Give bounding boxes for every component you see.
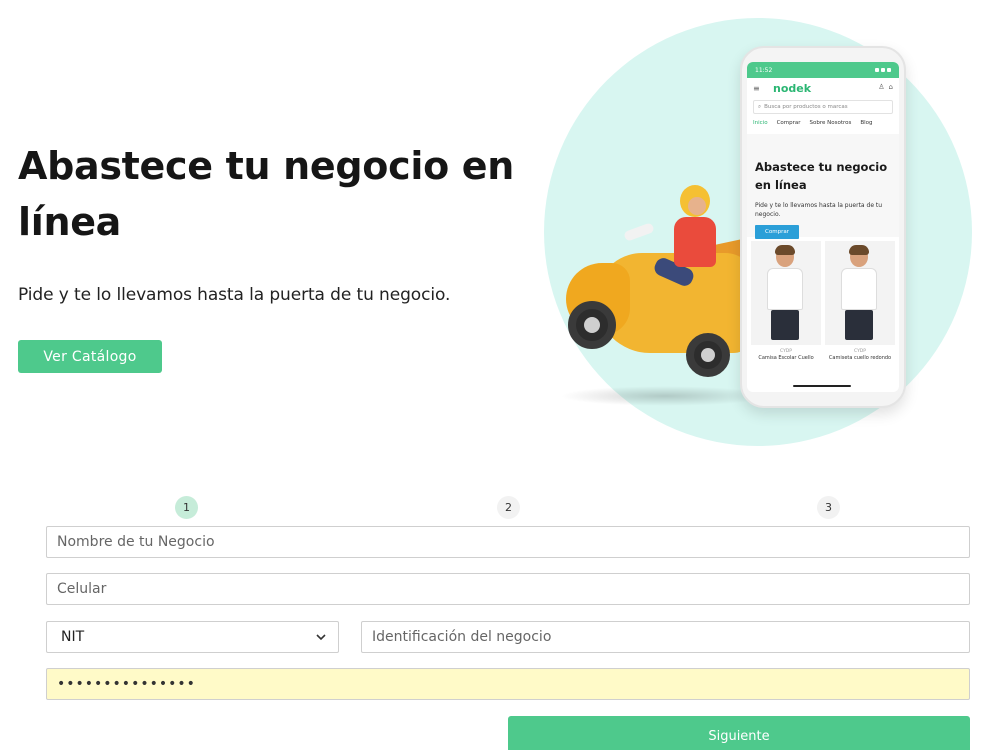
hero-title: Abastece tu negocio en línea <box>18 144 515 244</box>
id-type-select[interactable]: NIT <box>46 621 339 653</box>
mock-nav-item: Blog <box>860 120 873 126</box>
hero-illustration: 11:52 ≡ nodek ♙ ⌂ ⌕ Busca por productos … <box>540 18 980 458</box>
step-indicator-3: 3 <box>817 496 840 519</box>
phone-input[interactable] <box>46 573 970 605</box>
user-icon: ♙ <box>878 83 885 91</box>
product-brand: CYDP <box>854 349 866 354</box>
hamburger-icon: ≡ <box>753 83 760 93</box>
phone-mockup: 11:52 ≡ nodek ♙ ⌂ ⌕ Busca por productos … <box>740 46 906 408</box>
mock-subtitle: Pide y te lo llevamos hasta la puerta de… <box>755 202 883 218</box>
view-catalog-button[interactable]: Ver Catálogo <box>18 340 162 373</box>
product-name: Camiseta cuello redondo <box>828 355 892 361</box>
chevron-down-icon <box>314 630 328 644</box>
business-id-input[interactable] <box>361 621 970 653</box>
mock-title: Abastece tu negocio en línea <box>755 160 888 192</box>
product-name: Camisa Escolar Cuello <box>758 355 814 361</box>
mock-search-bar: ⌕ Busca por productos o marcas <box>753 100 893 114</box>
mock-nav-item: Sobre Nosotros <box>809 120 852 126</box>
mock-product-card: CYDP Camiseta cuello redondo <box>825 241 895 361</box>
product-image <box>751 241 821 345</box>
product-brand: CYDP <box>780 349 792 354</box>
phone-time: 11:52 <box>755 66 773 74</box>
hero-subtitle: Pide y te lo llevamos hasta la puerta de… <box>18 285 451 305</box>
mock-search-placeholder: Busca por productos o marcas <box>764 104 848 110</box>
cart-icon: ⌂ <box>888 83 893 91</box>
rider-face <box>688 197 706 215</box>
business-name-input[interactable] <box>46 526 970 558</box>
status-icons <box>875 68 891 72</box>
mock-products: CYDP Camisa Escolar Cuello CYDP Camiseta… <box>747 237 899 361</box>
phone-home-indicator <box>793 385 851 387</box>
step-indicator-2: 2 <box>497 496 520 519</box>
next-button[interactable]: Siguiente <box>508 716 970 750</box>
password-value: ••••••••••••••• <box>57 676 196 692</box>
mock-hero: Abastece tu negocio en línea Pide y te l… <box>747 134 899 239</box>
mock-nav-item: Comprar <box>776 120 801 126</box>
password-input[interactable]: ••••••••••••••• <box>46 668 970 700</box>
id-type-selected-value: NIT <box>61 629 85 645</box>
step-indicator-1: 1 <box>175 496 198 519</box>
phone-screen: 11:52 ≡ nodek ♙ ⌂ ⌕ Busca por productos … <box>747 62 899 392</box>
scooter-front-wheel <box>568 301 616 349</box>
mock-product-card: CYDP Camisa Escolar Cuello <box>751 241 821 361</box>
mock-brand-logo: nodek <box>773 81 812 95</box>
mock-nav: Inicio Comprar Sobre Nosotros Blog <box>747 114 899 126</box>
phone-status-bar: 11:52 <box>747 62 899 78</box>
mock-nav-item: Inicio <box>753 120 768 126</box>
mock-header: ≡ nodek ♙ ⌂ <box>747 78 899 98</box>
rider-body <box>674 217 716 267</box>
scooter-handle <box>623 222 655 242</box>
product-image <box>825 241 895 345</box>
search-icon: ⌕ <box>758 103 762 110</box>
mock-header-icons: ♙ ⌂ <box>878 83 893 91</box>
scooter-rear-wheel <box>686 333 730 377</box>
